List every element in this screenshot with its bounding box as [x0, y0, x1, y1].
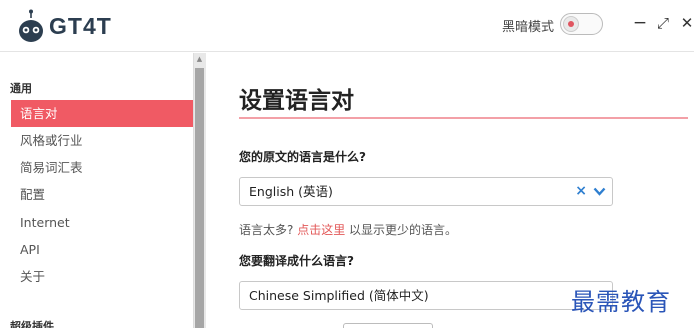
target-language-select[interactable]: Chinese Simplified (简体中文): [239, 281, 613, 310]
title-bar: GT4T 黑暗模式 − ⤢ ✕: [0, 0, 694, 52]
sidebar-item-language-pair[interactable]: 语言对: [11, 100, 193, 127]
sidebar-group-general: 通用: [10, 82, 32, 95]
app-name: GT4T: [49, 12, 112, 39]
sidebar-item-config[interactable]: 配置: [11, 181, 193, 208]
dark-mode-label: 黑暗模式: [502, 20, 555, 35]
language-hint: 语言太多? 点击这里 以显示更少的语言。: [239, 221, 457, 238]
show-fewer-languages-link[interactable]: 点击这里: [297, 223, 345, 237]
dark-mode-toggle[interactable]: [560, 13, 603, 35]
title-divider: [239, 117, 688, 119]
target-language-label: 您要翻译成什么语言?: [239, 254, 354, 268]
sidebar-item-api[interactable]: API: [11, 236, 193, 263]
hint-suffix: 以显示更少的语言。: [349, 223, 458, 237]
partial-button[interactable]: [343, 323, 433, 328]
watermark: 最需教育: [571, 288, 671, 316]
scroll-up-icon[interactable]: ▲: [195, 55, 204, 63]
sidebar-item-glossary[interactable]: 简易词汇表: [11, 154, 193, 181]
sidebar-item-about[interactable]: 关于: [11, 263, 193, 290]
source-language-label: 您的原文的语言是什么?: [239, 150, 366, 164]
sidebar-group-plugins: 超级插件: [10, 320, 54, 328]
maximize-button[interactable]: ⤢: [654, 13, 672, 33]
sidebar-item-internet[interactable]: Internet: [11, 209, 193, 236]
chevron-down-icon[interactable]: [593, 187, 606, 196]
app-logo: GT4T: [17, 8, 112, 44]
clear-icon[interactable]: ×: [575, 178, 587, 205]
robot-icon: [19, 9, 43, 42]
minimize-button[interactable]: −: [631, 13, 649, 33]
source-language-select[interactable]: English (英语) ×: [239, 177, 613, 206]
sidebar: 通用 语言对 风格或行业 简易词汇表 配置 Internet API 关于 超级…: [0, 53, 206, 328]
target-language-value: Chinese Simplified (简体中文): [249, 288, 429, 303]
source-language-value: English (英语): [249, 184, 333, 199]
toggle-knob: [563, 16, 579, 32]
sidebar-scrollbar-thumb[interactable]: [195, 68, 204, 328]
toggle-indicator-icon: [568, 21, 574, 27]
page-title: 设置语言对: [239, 88, 354, 114]
close-button[interactable]: ✕: [678, 13, 694, 33]
sidebar-item-style[interactable]: 风格或行业: [11, 127, 193, 154]
hint-prefix: 语言太多?: [239, 223, 294, 237]
